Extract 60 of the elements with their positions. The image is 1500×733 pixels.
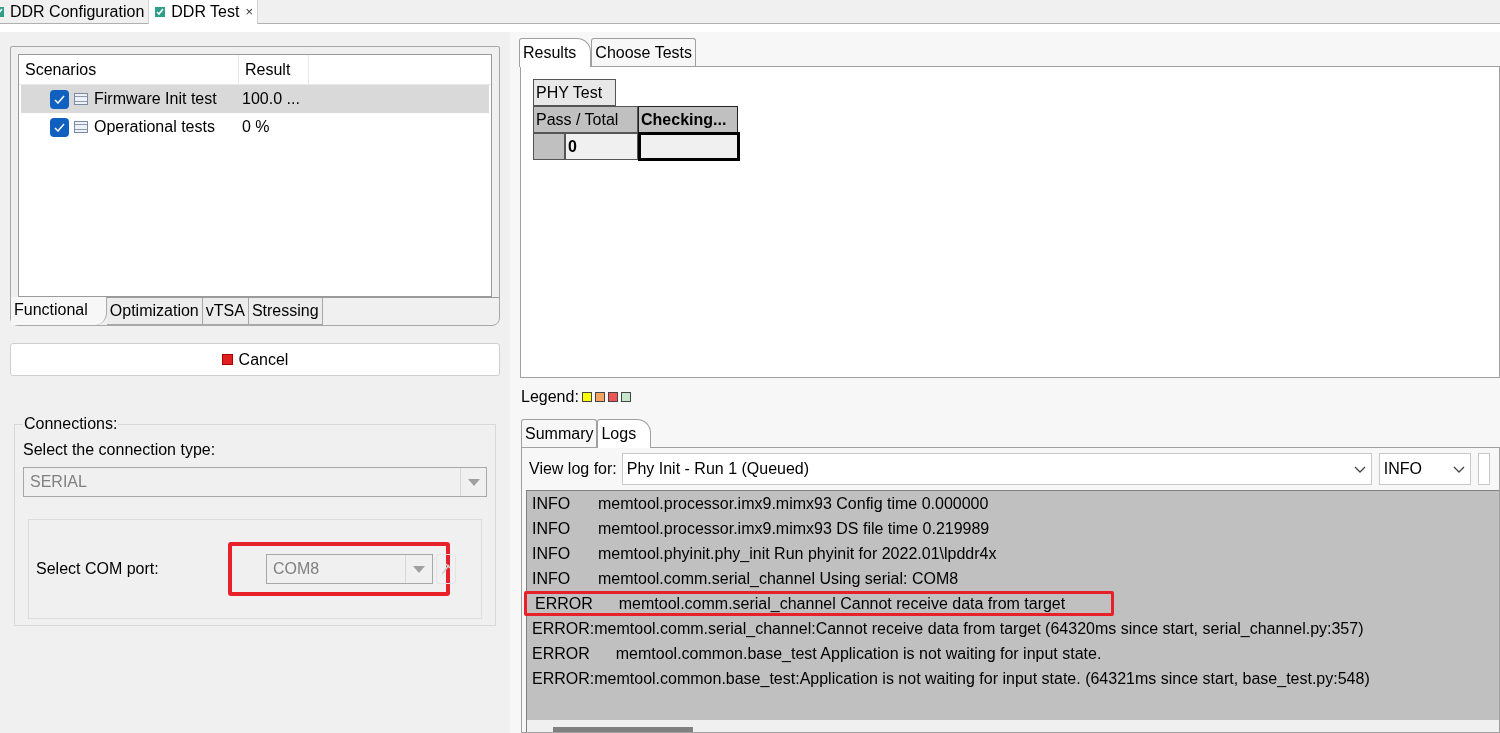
run-dropdown[interactable]: Phy Init - Run 1 (Queued) — [621, 453, 1372, 485]
stop-icon — [221, 354, 233, 365]
log-level: INFO — [531, 543, 572, 564]
field-label: Select the connection type: — [23, 440, 217, 460]
log-message: memtool.processor.imx9.mimx93 DS file time 0.219989 — [598, 518, 990, 539]
tab[interactable]: Optimization — [106, 298, 203, 325]
pin-icon[interactable] — [436, 554, 456, 584]
table-icon — [74, 121, 88, 133]
cancel-button[interactable]: Cancel — [10, 343, 500, 376]
log-line: ERROR:memtool.common.base_test:Application is not waiting for input state. (64321ms since start, base_test.py:548) — [531, 668, 1371, 689]
field-label: Select COM port: — [36, 559, 160, 579]
tab[interactable]: Choose Tests — [591, 38, 696, 66]
log-line: ERROR:memtool.comm.serial_channel:Cannot receive data from target (64320ms since start, serial_channel.py:357) — [531, 618, 1365, 639]
log-level: ERROR — [534, 593, 594, 614]
chip-icon — [153, 5, 168, 19]
level-dropdown[interactable]: INFO — [1378, 453, 1471, 485]
caret-icon — [412, 564, 426, 574]
column-header[interactable]: Result — [239, 55, 309, 84]
log-message: memtool.processor.imx9.mimx93 Config time 0.000000 — [598, 493, 989, 514]
checkbox[interactable] — [50, 89, 69, 109]
editor-tab[interactable]: DDR Test × — [148, 0, 259, 24]
table-row[interactable]: Firmware Init test 100.0 ... — [21, 85, 489, 113]
tab[interactable]: vTSA — [202, 298, 249, 325]
table-cell: 0 — [565, 133, 638, 160]
scenario-name: Operational tests — [94, 117, 216, 137]
log-message: memtool.comm.serial_channel Cannot receive data from target — [618, 593, 1066, 614]
check-icon — [54, 122, 65, 132]
check-icon — [54, 94, 65, 104]
editor-tab[interactable]: DDR Configuration — [0, 0, 149, 24]
column-header: Pass / Total — [533, 106, 638, 133]
log-level: INFO — [531, 493, 572, 514]
scenario-name: Firmware Init test — [94, 89, 218, 109]
log-message: memtool.common.base_test Application is not waiting for input state. — [615, 643, 1102, 664]
table-title: PHY Test — [533, 79, 616, 106]
group-title: Connections: — [23, 414, 119, 434]
close-icon[interactable]: × — [245, 2, 254, 22]
field-label: View log for: — [529, 459, 617, 479]
log-message: memtool.phyinit.phy_init Run phyinit for 2022.01\lpddr4x — [598, 543, 997, 564]
caret-icon — [1451, 464, 1466, 474]
column-header[interactable]: Scenarios — [19, 55, 239, 84]
table-icon — [74, 93, 88, 105]
log-message: memtool.comm.serial_channel Using serial: COM8 — [598, 568, 959, 589]
checkbox[interactable] — [50, 117, 69, 137]
column-header: Checking... — [638, 106, 738, 133]
legend-label: Legend: — [521, 387, 579, 407]
tab[interactable]: Results — [519, 38, 592, 67]
log-level: ERROR — [531, 643, 591, 664]
tab[interactable]: Logs — [597, 419, 652, 448]
tab[interactable]: Stressing — [248, 298, 323, 325]
caret-icon — [466, 477, 481, 487]
log-level: INFO — [531, 568, 572, 589]
log-level: INFO — [531, 518, 572, 539]
chip-icon — [0, 5, 6, 19]
caret-icon — [1352, 464, 1367, 474]
tab[interactable]: Functional — [11, 297, 107, 325]
table-cell — [533, 133, 565, 160]
scrollbar-thumb[interactable] — [553, 727, 693, 732]
tab[interactable]: Summary — [521, 419, 598, 447]
result-value: 0 % — [242, 117, 270, 137]
result-value: 100.0 ... — [242, 89, 300, 109]
